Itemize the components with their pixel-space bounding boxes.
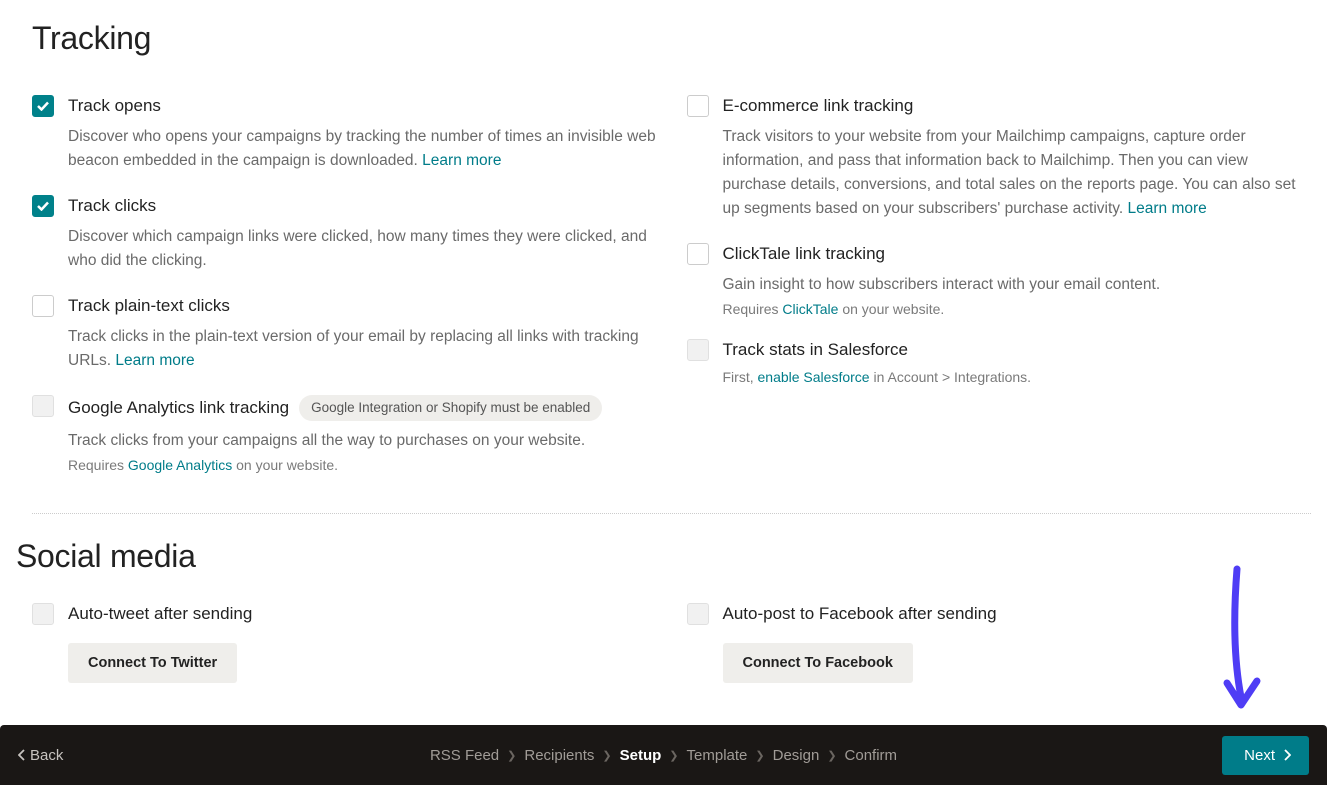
next-label: Next xyxy=(1244,747,1275,764)
chevron-right-icon: ❯ xyxy=(827,749,836,762)
track-clicks-title: Track clicks xyxy=(68,195,657,217)
checkbox-track-plain-text[interactable] xyxy=(32,295,54,317)
wizard-steps: RSS Feed ❯ Recipients ❯ Setup ❯ Template… xyxy=(430,747,897,764)
checkbox-track-clicks[interactable] xyxy=(32,195,54,217)
clicktale-title: ClickTale link tracking xyxy=(723,243,1312,265)
clicktale-link[interactable]: ClickTale xyxy=(782,301,838,317)
option-clicktale: ClickTale link tracking Gain insight to … xyxy=(687,243,1312,317)
ga-badge: Google Integration or Shopify must be en… xyxy=(299,395,602,421)
step-rss-feed[interactable]: RSS Feed xyxy=(430,747,499,764)
checkbox-track-opens[interactable] xyxy=(32,95,54,117)
checkbox-clicktale[interactable] xyxy=(687,243,709,265)
checkbox-auto-tweet xyxy=(32,603,54,625)
option-track-plain-text: Track plain-text clicks Track clicks in … xyxy=(32,295,657,373)
checkbox-ecommerce[interactable] xyxy=(687,95,709,117)
chevron-right-icon: ❯ xyxy=(602,749,611,762)
option-track-opens: Track opens Discover who opens your camp… xyxy=(32,95,657,173)
chevron-left-icon xyxy=(18,749,26,761)
salesforce-note: First, enable Salesforce in Account > In… xyxy=(723,369,1312,385)
ecom-title: E-commerce link tracking xyxy=(723,95,1312,117)
option-track-clicks: Track clicks Discover which campaign lin… xyxy=(32,195,657,273)
step-confirm[interactable]: Confirm xyxy=(845,747,898,764)
track-opens-desc: Discover who opens your campaigns by tra… xyxy=(68,125,657,173)
chevron-right-icon: ❯ xyxy=(507,749,516,762)
auto-facebook-title: Auto-post to Facebook after sending xyxy=(723,603,1312,625)
auto-tweet-title: Auto-tweet after sending xyxy=(68,603,657,625)
connect-twitter-button[interactable]: Connect To Twitter xyxy=(68,643,237,683)
back-button[interactable]: Back xyxy=(18,747,63,764)
salesforce-link[interactable]: enable Salesforce xyxy=(758,369,870,385)
next-button[interactable]: Next xyxy=(1222,736,1309,775)
ga-note: Requires Google Analytics on your websit… xyxy=(68,457,657,473)
ga-title-row: Google Analytics link tracking Google In… xyxy=(68,395,657,421)
track-plain-title: Track plain-text clicks xyxy=(68,295,657,317)
checkbox-salesforce xyxy=(687,339,709,361)
social-heading: Social media xyxy=(16,538,1311,575)
tracking-columns: Track opens Discover who opens your camp… xyxy=(32,95,1311,495)
track-opens-learn-more[interactable]: Learn more xyxy=(422,152,501,169)
step-template[interactable]: Template xyxy=(687,747,748,764)
step-setup[interactable]: Setup xyxy=(620,747,662,764)
check-icon xyxy=(37,101,49,111)
back-label: Back xyxy=(30,747,63,764)
checkbox-auto-facebook xyxy=(687,603,709,625)
clicktale-desc: Gain insight to how subscribers interact… xyxy=(723,273,1312,297)
ga-desc: Track clicks from your campaigns all the… xyxy=(68,429,657,453)
track-clicks-desc: Discover which campaign links were click… xyxy=(68,225,657,273)
ecom-learn-more[interactable]: Learn more xyxy=(1128,200,1207,217)
social-col-left: Auto-tweet after sending Connect To Twit… xyxy=(32,603,657,705)
chevron-right-icon: ❯ xyxy=(669,749,678,762)
social-col-right: Auto-post to Facebook after sending Conn… xyxy=(687,603,1312,705)
social-columns: Auto-tweet after sending Connect To Twit… xyxy=(32,603,1311,705)
option-google-analytics: Google Analytics link tracking Google In… xyxy=(32,395,657,473)
option-auto-tweet: Auto-tweet after sending Connect To Twit… xyxy=(32,603,657,683)
tracking-col-left: Track opens Discover who opens your camp… xyxy=(32,95,657,495)
option-auto-facebook: Auto-post to Facebook after sending Conn… xyxy=(687,603,1312,683)
footer-bar: Back RSS Feed ❯ Recipients ❯ Setup ❯ Tem… xyxy=(0,725,1327,785)
checkbox-google-analytics xyxy=(32,395,54,417)
track-opens-title: Track opens xyxy=(68,95,657,117)
option-ecommerce: E-commerce link tracking Track visitors … xyxy=(687,95,1312,221)
ecom-desc: Track visitors to your website from your… xyxy=(723,125,1312,221)
clicktale-note: Requires ClickTale on your website. xyxy=(723,301,1312,317)
ga-link[interactable]: Google Analytics xyxy=(128,457,232,473)
chevron-right-icon: ❯ xyxy=(755,749,764,762)
step-design[interactable]: Design xyxy=(773,747,820,764)
check-icon xyxy=(37,201,49,211)
tracking-col-right: E-commerce link tracking Track visitors … xyxy=(687,95,1312,495)
ga-title: Google Analytics link tracking xyxy=(68,397,289,419)
connect-facebook-button[interactable]: Connect To Facebook xyxy=(723,643,913,683)
option-salesforce: Track stats in Salesforce First, enable … xyxy=(687,339,1312,385)
step-recipients[interactable]: Recipients xyxy=(524,747,594,764)
salesforce-title: Track stats in Salesforce xyxy=(723,339,1312,361)
tracking-heading: Tracking xyxy=(32,20,1311,57)
track-plain-desc: Track clicks in the plain-text version o… xyxy=(68,325,657,373)
section-divider xyxy=(32,513,1311,514)
track-plain-learn-more[interactable]: Learn more xyxy=(115,352,194,369)
chevron-right-icon xyxy=(1283,749,1291,761)
